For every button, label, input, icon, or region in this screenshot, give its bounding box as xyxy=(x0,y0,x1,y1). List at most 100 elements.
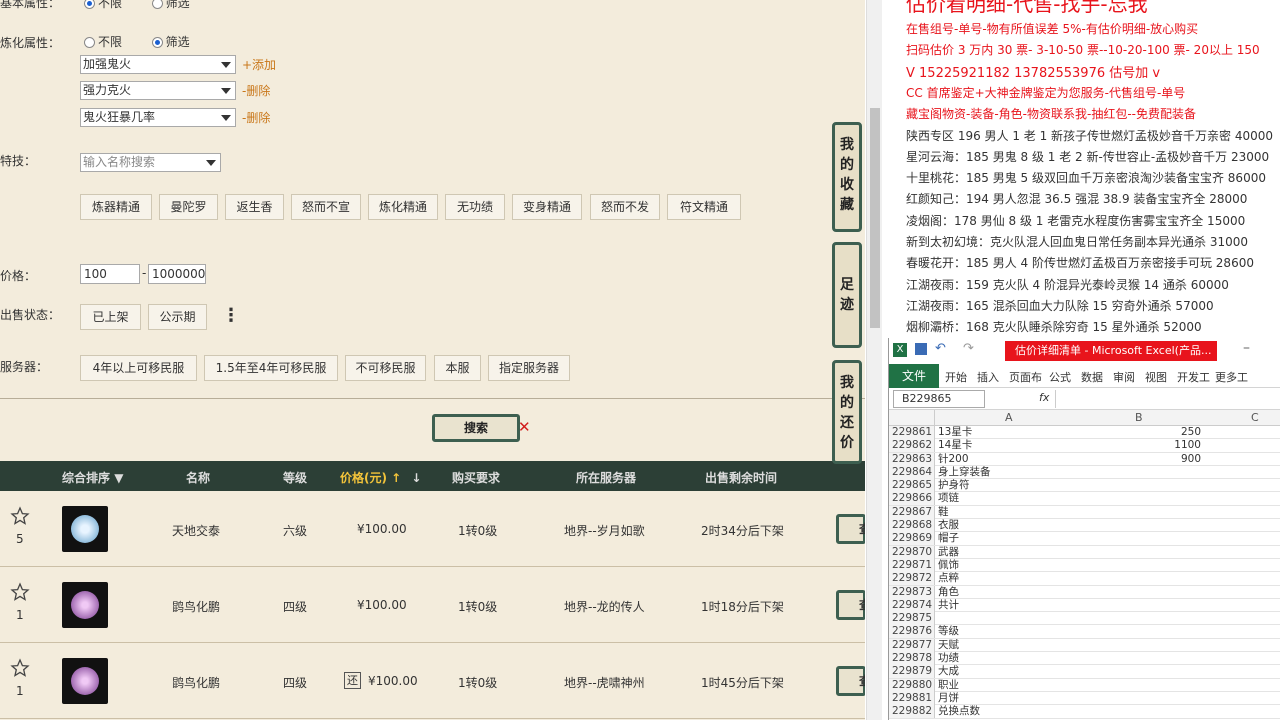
row-number[interactable]: 229875 xyxy=(889,612,935,626)
spreadsheet-row[interactable]: 229882 兑换点数 xyxy=(889,705,1280,719)
view-button[interactable]: 查 xyxy=(836,514,865,544)
server-option-button[interactable]: 4年以上可移民服 xyxy=(80,355,197,381)
skill-button[interactable]: 返生香 xyxy=(225,194,284,220)
cell-a[interactable]: 角色 xyxy=(938,586,959,599)
row-number[interactable]: 229880 xyxy=(889,678,935,692)
skill-button[interactable]: 炼器精通 xyxy=(80,194,152,220)
spreadsheet-row[interactable]: 229880 职业 xyxy=(889,678,1280,692)
star-outline-icon[interactable] xyxy=(10,506,30,526)
spreadsheet-row[interactable]: 229867 鞋 xyxy=(889,505,1280,520)
spreadsheet-row[interactable]: 229866 项链 xyxy=(889,492,1280,506)
cell-a[interactable]: 点粹 xyxy=(938,572,959,585)
cell-a[interactable]: 13星卡 xyxy=(938,426,972,439)
search-button[interactable]: 搜索 xyxy=(432,414,520,442)
cell-a[interactable]: 功绩 xyxy=(938,652,959,665)
table-row[interactable]: 1 鹍鸟化鹏 四级 ¥100.00 1转0级 地界--龙的传人 1时18分后下架… xyxy=(0,568,865,643)
view-button[interactable]: 查 xyxy=(836,666,865,696)
row-number[interactable]: 229881 xyxy=(889,691,935,705)
spreadsheet-row[interactable]: 229870 武器 xyxy=(889,545,1280,559)
skill-button[interactable]: 怒而不发 xyxy=(590,194,660,220)
tab-more-tools[interactable]: 更多工 xyxy=(1215,369,1248,385)
cell-b[interactable]: 1100 xyxy=(1081,439,1201,452)
scrollbar-thumb[interactable] xyxy=(870,108,880,328)
row-number[interactable]: 229869 xyxy=(889,532,935,546)
skill-search-select[interactable]: 输入名称搜索 xyxy=(80,153,221,172)
cell-a[interactable]: 身上穿装备 xyxy=(938,466,991,479)
price-max-input[interactable]: 1000000 xyxy=(148,264,206,284)
cell-a[interactable]: 共计 xyxy=(938,599,959,612)
delete-refine-link-1[interactable]: -删除 xyxy=(242,82,270,99)
cell-a[interactable]: 衣服 xyxy=(938,519,959,532)
cell-a[interactable]: 大成 xyxy=(938,665,959,678)
skill-button[interactable]: 怒而不宣 xyxy=(291,194,361,220)
spreadsheet-row[interactable]: 229862 14星卡 1100 xyxy=(889,439,1280,453)
cell-a[interactable]: 等级 xyxy=(938,625,959,638)
cell-a[interactable]: 佩饰 xyxy=(938,559,959,572)
cell-a[interactable]: 鞋 xyxy=(938,506,949,519)
my-favorites-button[interactable]: 我的收藏 xyxy=(832,122,862,232)
price-sort-header[interactable]: 价格(元) ↑ ↓ xyxy=(340,469,421,486)
cell-a[interactable]: 针200 xyxy=(938,453,969,466)
spreadsheet-row[interactable]: 229875 xyxy=(889,612,1280,626)
spreadsheet-row[interactable]: 229874 共计 xyxy=(889,598,1280,613)
spreadsheet-row[interactable]: 229864 身上穿装备 xyxy=(889,465,1280,480)
minimize-icon[interactable]: – xyxy=(1243,340,1250,356)
row-number[interactable]: 229863 xyxy=(889,452,935,466)
tab-insert[interactable]: 插入 xyxy=(977,369,999,385)
footprint-button[interactable]: 足迹 xyxy=(832,242,862,348)
spreadsheet-row[interactable]: 229865 护身符 xyxy=(889,479,1280,493)
row-number[interactable]: 229866 xyxy=(889,492,935,506)
delete-refine-link-2[interactable]: -删除 xyxy=(242,109,270,126)
star-outline-icon[interactable] xyxy=(10,582,30,602)
spreadsheet-row[interactable]: 229861 13星卡 250 xyxy=(889,426,1280,440)
cell-a[interactable]: 护身符 xyxy=(938,479,970,492)
refine-unlimited-radio[interactable] xyxy=(84,37,95,48)
server-option-button[interactable]: 不可移民服 xyxy=(345,355,426,381)
tab-file[interactable]: 文件 xyxy=(889,364,939,388)
more-options-icon[interactable]: ⋮ xyxy=(222,305,240,326)
view-button[interactable]: 查 xyxy=(836,590,865,620)
formula-input[interactable] xyxy=(1055,390,1279,408)
undo-icon[interactable]: ↶ xyxy=(935,341,946,356)
basic-attr-filter-radio[interactable] xyxy=(151,0,163,9)
tab-home[interactable]: 开始 xyxy=(945,369,967,385)
row-number[interactable]: 229862 xyxy=(889,439,935,453)
skill-button[interactable]: 曼陀罗 xyxy=(159,194,218,220)
spreadsheet-row[interactable]: 229879 大成 xyxy=(889,665,1280,679)
cell-a[interactable]: 职业 xyxy=(938,679,959,692)
row-number[interactable]: 229864 xyxy=(889,465,935,479)
status-listed-button[interactable]: 已上架 xyxy=(80,304,141,330)
table-row[interactable]: 1 鹍鸟化鹏 四级 还 ¥100.00 1转0级 地界--虎啸神州 1时45分后… xyxy=(0,644,865,719)
spreadsheet-row[interactable]: 229869 帽子 xyxy=(889,532,1280,546)
spreadsheet-row[interactable]: 229876 等级 xyxy=(889,625,1280,639)
row-number[interactable]: 229882 xyxy=(889,705,935,719)
row-number[interactable]: 229877 xyxy=(889,638,935,652)
server-option-button[interactable]: 指定服务器 xyxy=(488,355,570,381)
refine-filter-radio[interactable] xyxy=(151,37,163,48)
cell-a[interactable]: 兑换点数 xyxy=(938,705,980,718)
spreadsheet-row[interactable]: 229878 功绩 xyxy=(889,652,1280,666)
col-header-c[interactable]: C xyxy=(1251,411,1259,424)
item-thumbnail[interactable] xyxy=(62,582,108,628)
price-min-input[interactable]: 100 xyxy=(80,264,140,284)
cell-a[interactable]: 14星卡 xyxy=(938,439,972,452)
tab-page-layout[interactable]: 页面布 xyxy=(1009,369,1042,385)
row-number[interactable]: 229870 xyxy=(889,545,935,559)
status-preview-button[interactable]: 公示期 xyxy=(148,304,207,330)
row-number[interactable]: 229876 xyxy=(889,625,935,639)
spreadsheet-row[interactable]: 229881 月饼 xyxy=(889,691,1280,706)
tab-formulas[interactable]: 公式 xyxy=(1049,369,1071,385)
server-option-button[interactable]: 1.5年至4年可移民服 xyxy=(204,355,338,381)
cell-b[interactable]: 250 xyxy=(1081,426,1201,439)
cell-b[interactable]: 900 xyxy=(1081,453,1201,466)
col-header-b[interactable]: B xyxy=(1135,411,1143,424)
add-refine-link[interactable]: +添加 xyxy=(242,56,276,73)
skill-button[interactable]: 炼化精通 xyxy=(368,194,438,220)
item-thumbnail[interactable] xyxy=(62,658,108,704)
row-number[interactable]: 229873 xyxy=(889,585,935,599)
row-number[interactable]: 229871 xyxy=(889,558,935,572)
spreadsheet-row[interactable]: 229871 佩饰 xyxy=(889,558,1280,573)
sort-composite-header[interactable]: 综合排序 ▼ xyxy=(62,469,123,486)
cell-a[interactable]: 帽子 xyxy=(938,532,959,545)
refine-select-3[interactable]: 鬼火狂暴几率 xyxy=(80,108,236,127)
